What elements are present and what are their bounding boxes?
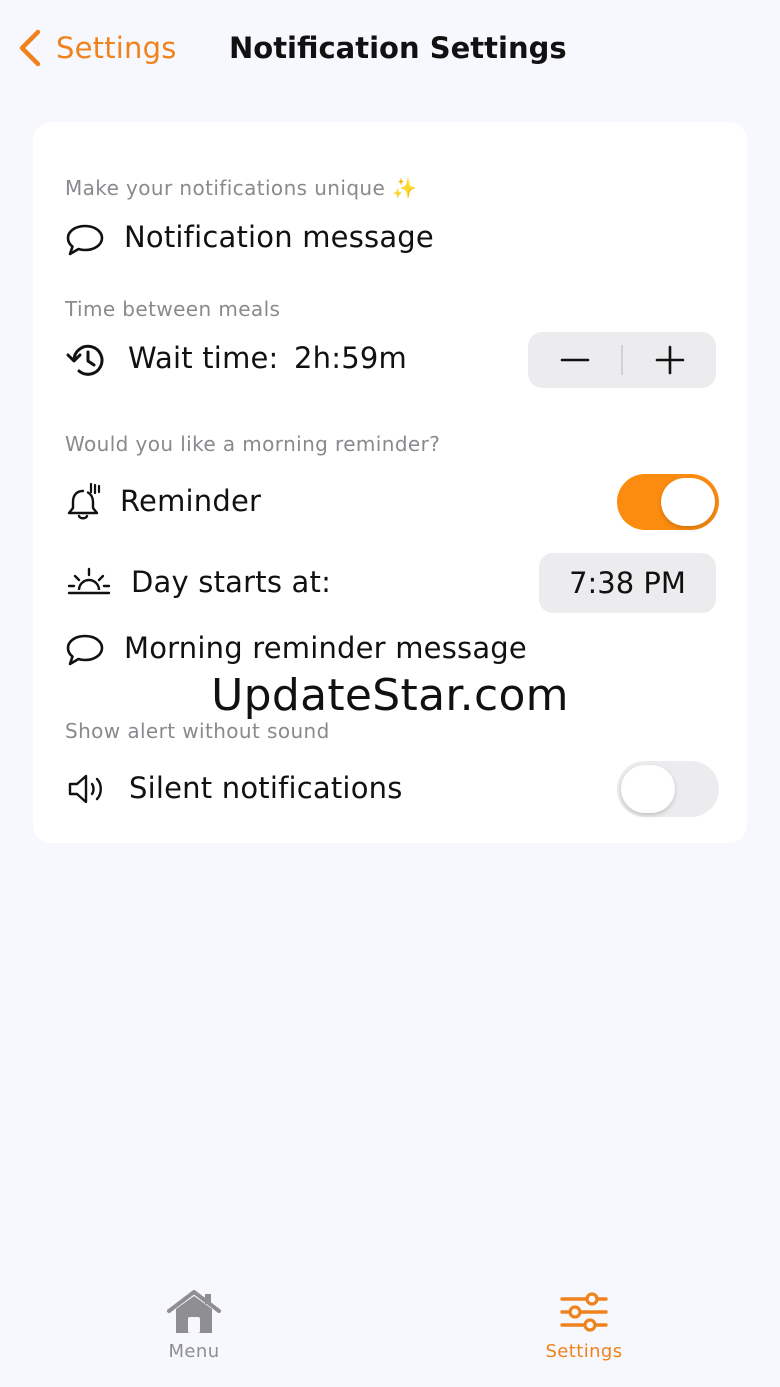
chevron-left-icon	[16, 28, 42, 68]
tab-menu-label: Menu	[168, 1341, 220, 1362]
decrement-button[interactable]	[528, 332, 621, 388]
reminder-label: Reminder	[120, 484, 262, 518]
caption-unique: Make your notifications unique ✨	[65, 176, 418, 200]
silent-notifications-toggle[interactable]	[617, 761, 719, 817]
back-button[interactable]: Settings	[16, 28, 177, 68]
wait-time-value: 2h:59m	[294, 341, 407, 375]
morning-reminder-message-row[interactable]: Morning reminder message	[124, 631, 527, 665]
page-title: Notification Settings	[229, 31, 567, 65]
day-starts-label: Day starts at:	[131, 565, 332, 599]
tab-settings[interactable]: Settings	[514, 1289, 654, 1362]
notification-settings-screen: Settings Notification Settings Make your…	[0, 0, 780, 1387]
minus-icon	[560, 358, 589, 362]
toggle-knob	[661, 478, 715, 526]
toggle-knob	[621, 765, 675, 813]
wait-time-label: Wait time:	[128, 341, 279, 375]
caption-morning: Would you like a morning reminder?	[65, 432, 441, 456]
speaker-icon	[68, 774, 102, 804]
tab-bar: Menu Settings	[0, 1275, 780, 1387]
speech-bubble-icon	[66, 224, 104, 256]
back-button-label: Settings	[56, 31, 177, 65]
tab-menu[interactable]: Menu	[124, 1289, 264, 1362]
bell-icon	[67, 482, 101, 520]
settings-card: Make your notifications unique ✨ Notific…	[33, 122, 747, 843]
caption-meals: Time between meals	[65, 297, 281, 321]
speech-bubble-icon	[66, 634, 104, 666]
silent-notifications-label: Silent notifications	[129, 771, 403, 805]
caption-silent: Show alert without sound	[65, 719, 330, 743]
tab-settings-label: Settings	[545, 1341, 623, 1362]
sunrise-icon	[67, 567, 111, 595]
watermark: UpdateStar.com	[211, 670, 569, 721]
increment-button[interactable]	[623, 332, 716, 388]
sliders-icon	[560, 1292, 608, 1332]
wait-time-stepper[interactable]	[528, 332, 716, 388]
day-start-time-picker[interactable]: 7:38 PM	[539, 553, 716, 613]
notification-message-row[interactable]: Notification message	[124, 220, 434, 254]
reminder-toggle[interactable]	[617, 474, 719, 530]
house-icon	[167, 1290, 221, 1333]
clock-history-icon	[66, 344, 104, 376]
nav-header: Settings Notification Settings	[0, 0, 780, 100]
plus-icon	[655, 345, 684, 375]
